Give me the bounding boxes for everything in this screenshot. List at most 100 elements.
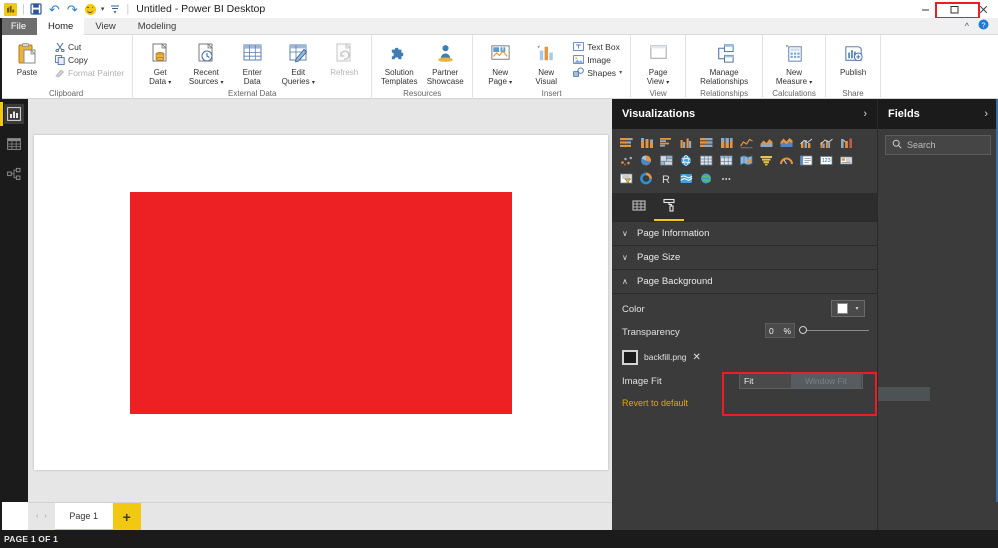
card-icon[interactable] [797, 152, 816, 169]
refresh-button[interactable]: Refresh [322, 37, 366, 77]
shapes-caret-icon[interactable]: ▾ [619, 69, 622, 76]
redo-icon[interactable]: ↷ [65, 2, 80, 17]
table-icon[interactable] [697, 152, 716, 169]
window-controls [911, 0, 998, 18]
fields-tab[interactable] [624, 195, 654, 221]
add-page-button[interactable]: + [112, 502, 141, 531]
area-chart-icon[interactable] [757, 134, 776, 151]
slicer-icon[interactable] [617, 170, 636, 187]
shapes-button[interactable]: Shapes ▾ [570, 66, 625, 79]
ribbon-group-title-view: View [649, 89, 667, 98]
status-bar: PAGE 1 OF 1 [0, 530, 998, 548]
help-icon[interactable]: ? [978, 17, 989, 35]
pie-chart-icon[interactable] [637, 152, 656, 169]
fields-search-input[interactable]: Search [885, 135, 991, 155]
format-painter-button[interactable]: Format Painter [51, 66, 127, 79]
new-measure-button[interactable]: New Measure ▾ [768, 37, 820, 88]
donut-chart-icon[interactable] [637, 170, 656, 187]
manage-relationships-button[interactable]: Manage Relationships [691, 37, 757, 86]
image-button[interactable]: Image [570, 53, 625, 66]
paste-icon [15, 40, 39, 67]
power-bi-logo-icon[interactable] [3, 2, 18, 17]
treemap-icon[interactable] [657, 152, 676, 169]
sidebar-item-data-view[interactable] [0, 129, 28, 159]
copy-button[interactable]: Copy [51, 53, 127, 66]
close-button[interactable] [969, 0, 998, 18]
page-view-button[interactable]: Page View ▾ [636, 37, 680, 88]
ribbon-group-resources: Solution Templates Partner Showcase Resour… [372, 35, 474, 99]
page-next-icon[interactable]: › [44, 513, 46, 520]
new-measure-label: New Measure ▾ [775, 68, 813, 86]
ribbon-tab-modeling[interactable]: Modeling [127, 18, 188, 35]
line-clustered-column-chart-icon[interactable] [817, 134, 836, 151]
undo-icon[interactable]: ↶ [47, 2, 62, 17]
gauge-icon[interactable] [777, 152, 796, 169]
filled-map-icon[interactable] [737, 152, 756, 169]
line-stacked-column-chart-icon[interactable] [797, 134, 816, 151]
kpi-icon[interactable] [837, 152, 856, 169]
stacked-bar-chart-icon[interactable] [617, 134, 636, 151]
customize-qat-icon[interactable] [107, 2, 122, 17]
ribbon-tab-view[interactable]: View [84, 18, 126, 35]
cut-button[interactable]: Cut [51, 40, 127, 53]
new-visual-button[interactable]: New Visual [524, 37, 568, 86]
stacked-column-chart-icon[interactable] [637, 134, 656, 151]
globe-map-icon[interactable] [697, 170, 716, 187]
100-stacked-column-chart-icon[interactable] [717, 134, 736, 151]
enter-data-button[interactable]: Enter Data [230, 37, 274, 86]
100-stacked-bar-chart-icon[interactable] [697, 134, 716, 151]
recent-sources-button[interactable]: Recent Sources ▾ [184, 37, 228, 88]
text-box-button[interactable]: Text Box [570, 40, 625, 53]
transparency-slider-knob[interactable] [799, 326, 807, 334]
ribbon-tab-home[interactable]: Home [37, 18, 85, 35]
property-transparency: Transparency 0 % [612, 320, 877, 344]
page-tab-page-1[interactable]: Page 1 [54, 502, 113, 531]
format-tab[interactable] [654, 195, 684, 221]
r-script-visual-icon[interactable]: R [657, 170, 676, 187]
revert-to-default-link[interactable]: Revert to default [612, 392, 877, 408]
section-page-size[interactable]: ∨ Page Size [612, 246, 877, 270]
sidebar-item-report-view[interactable] [0, 99, 28, 129]
paste-button[interactable]: Paste [5, 37, 49, 77]
partner-showcase-button[interactable]: Partner Showcase [423, 37, 467, 86]
ribbon-tab-file[interactable]: File [0, 18, 37, 35]
multi-row-card-icon[interactable]: 123 [817, 152, 836, 169]
matrix-icon[interactable] [717, 152, 736, 169]
smiley-feedback-icon[interactable] [83, 2, 98, 17]
scatter-chart-icon[interactable] [617, 152, 636, 169]
transparency-input[interactable]: 0 % [765, 323, 795, 338]
get-data-button[interactable]: Get Data ▾ [138, 37, 182, 88]
section-page-information[interactable]: ∨ Page Information [612, 222, 877, 246]
minimize-button[interactable] [911, 0, 940, 18]
get-data-icon [149, 40, 172, 67]
remove-image-icon[interactable]: ✕ [693, 352, 701, 363]
collapse-visualizations-chevron-icon[interactable]: › [863, 108, 867, 120]
report-canvas[interactable] [34, 135, 608, 470]
sidebar-item-model-view[interactable] [0, 159, 28, 189]
section-page-background[interactable]: ∧ Page Background [612, 270, 877, 294]
color-dropdown-caret-icon[interactable]: ▾ [855, 305, 858, 312]
clustered-bar-chart-icon[interactable] [657, 134, 676, 151]
fields-panel: Fields › Search [877, 99, 998, 530]
collapse-fields-chevron-icon[interactable]: › [984, 108, 988, 120]
partner-showcase-icon [434, 40, 457, 67]
maximize-button[interactable] [940, 0, 969, 18]
ribbon-chart-icon[interactable] [837, 134, 856, 151]
page-prev-icon[interactable]: ‹ [36, 513, 38, 520]
collapse-ribbon-icon[interactable]: ^ [965, 21, 969, 31]
new-page-button[interactable]: New Page ▾ [478, 37, 522, 88]
funnel-icon[interactable] [757, 152, 776, 169]
stacked-area-chart-icon[interactable] [777, 134, 796, 151]
edit-queries-button[interactable]: Edit Queries ▾ [276, 37, 320, 88]
save-icon[interactable] [29, 2, 44, 17]
smiley-dropdown-caret-icon[interactable]: ▾ [101, 5, 105, 13]
publish-button[interactable]: Publish [831, 37, 875, 77]
solution-templates-button[interactable]: Solution Templates [377, 37, 421, 86]
map-icon[interactable] [677, 152, 696, 169]
clustered-column-chart-icon[interactable] [677, 134, 696, 151]
line-chart-icon[interactable] [737, 134, 756, 151]
transparency-slider-track[interactable] [801, 330, 869, 331]
color-picker-button[interactable]: ▾ [831, 300, 865, 317]
more-options-icon[interactable] [717, 170, 736, 187]
arcgis-maps-icon[interactable] [677, 170, 696, 187]
